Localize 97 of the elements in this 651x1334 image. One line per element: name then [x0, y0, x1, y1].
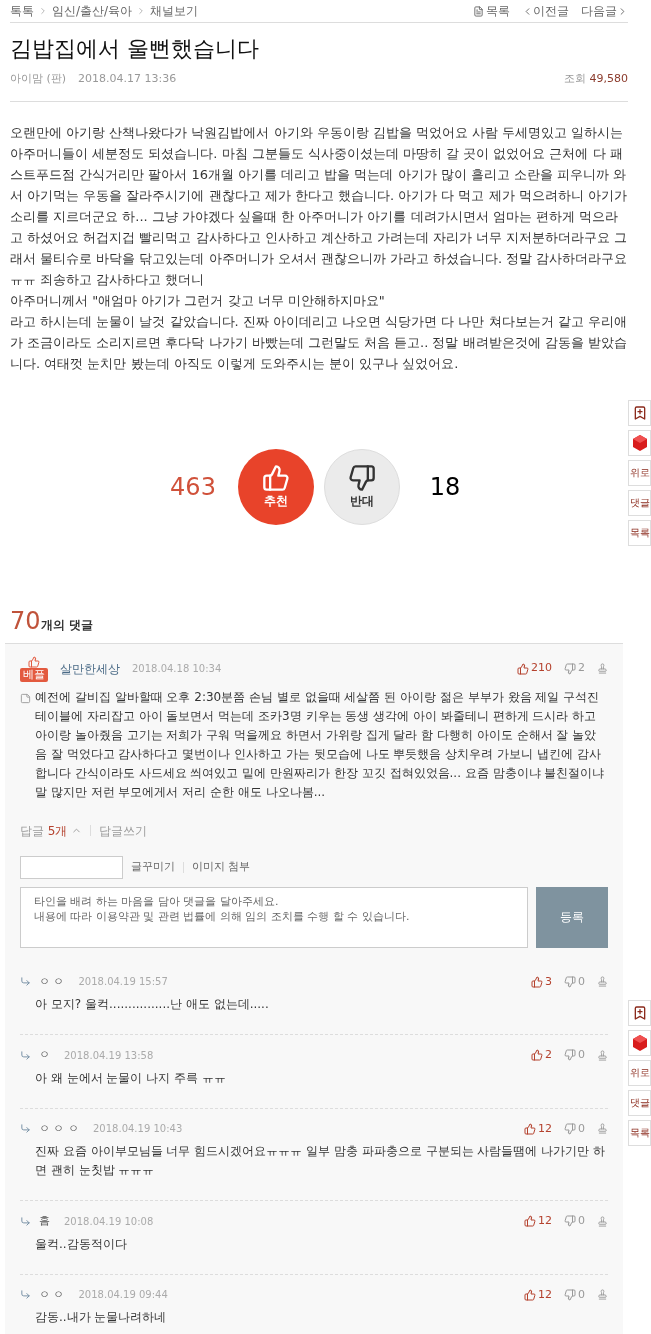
comment-text: 예전에 갈비집 알바할때 오후 2:30분쯤 손님 별로 없을때 세살쯤 된 아이랑 젊은 부부가 왔음 제일 구석진 테이블에 자리잡고 아이 돌보면서 먹는데 조카3명 키우는 동생 생각에 아이 봐줄테니 편하게 드시라 하고 아이랑 놀아줬음 고기는 저희가 구워 먹을께요 하면서 가위랑 집게 달라 함 다행히 아이도 순해서 잘 놀았음 잘 먹었다고 감사하다고 몇번이나 인사하고 가는 뒷모습에 나도 뿌듯했음 상치우려 가보니 냅킨에 감사합니다 간식이라도 사드세요 씌여있고 밑에 만원짜리가 한장 꼬깃 접혀있었음... 요즘 맘충이냐 불친절이냐 말 많지만 저런 부모에게서 저리 순한 애도 나오나봄... [35, 688, 606, 801]
bookmark-button[interactable] [628, 400, 651, 426]
chevron-right-icon [38, 6, 48, 16]
views-count: 49,580 [589, 71, 628, 87]
author-name: 아이맘 (판) [10, 71, 67, 87]
gem-icon [630, 434, 649, 452]
reply-arrow-icon [20, 1215, 31, 1227]
oppose-count: 18 [428, 471, 462, 503]
like-count: 12 [538, 1213, 552, 1229]
recommend-button[interactable]: 추천 [238, 448, 314, 525]
reply-date: 2018.04.19 10:43 [93, 1122, 183, 1137]
stamp-icon[interactable] [597, 1049, 608, 1061]
thumbs-down-icon [348, 463, 376, 492]
reply-arrow-icon [20, 1123, 31, 1135]
like-count: 210 [531, 660, 552, 677]
body-paragraph: 오랜만에 아기랑 산책나왔다가 낙원김밥에서 아기와 우동이랑 김밥을 먹었어요 사람 두세명있고 일하시는 아주머니들이 세분정도 되셨습니다. 마침 그분들도 식사중이셨는데 마땅히 갈 곳이 없었어요 근처에 다 패스트푸드점 간식거리만 팔아서 16개월 아기를 데리고 밥을 먹는데 아기가 많이 흘리고 소란을 피우니까 와서 아기먹는 우동을 잘라주시기에 괜찮다고 제가 한다고 했습니다. 아기가 다 먹고 제가 먹으려하니 아기가 소리를 지르더군요 하... 그냥 가야겠다 싶을때 한 아주머니가 아기를 데려가시면서 엄마는 편하게 먹으라고 하셨어요 허겁지겁 빨리먹고 감사하다고 인사하고 계산하고 가려는데 자리가 너무 지저분하더라구요 그래서 물티슈로 바닥을 닦고있는데 아주머니가 오셔서 괜찮으니까 가라고 하셨습니다. 정말 감사하더라구요ㅠㅠ 죄송하고 감사하다고 했더니 [10, 123, 628, 289]
side-nav-button[interactable]: 댓글 [628, 1090, 651, 1116]
dislike-count: 0 [578, 973, 585, 990]
dislike-count: 0 [578, 1286, 585, 1303]
side-nav-button[interactable]: 위로 [628, 1060, 651, 1086]
post-title: 김밥집에서 울뻔했습니다 [10, 35, 260, 63]
stamp-icon[interactable] [597, 1123, 608, 1135]
gem-icon [630, 1034, 649, 1052]
body-paragraph: 아주머니께서 "애엄마 아기가 그런거 갖고 너무 미안해하지마요" [10, 291, 386, 310]
recommend-count: 463 [169, 471, 217, 503]
list-link[interactable]: 목록 [473, 2, 510, 20]
reply-author[interactable]: ㅇ [39, 1047, 50, 1064]
memo-icon [20, 692, 31, 704]
views-label: 조회 [563, 71, 586, 87]
name-field[interactable] [20, 855, 123, 879]
editor-tool-link[interactable]: 이미지 첨부 [192, 858, 251, 876]
reply-arrow-icon [20, 1049, 31, 1061]
comment-input[interactable]: 타인을 배려 하는 마음을 담아 댓글을 달아주세요. 내용에 따라 이용약관 및 관련 법률에 의해 임의 조치를 수행 할 수 있습니다. [20, 886, 528, 948]
reply-author[interactable]: ㅇ ㅇ [39, 1286, 65, 1303]
previous-link[interactable]: 이전글 [522, 2, 569, 20]
thumbs-up-icon[interactable] [531, 975, 543, 988]
stamp-icon[interactable] [597, 1289, 608, 1301]
gem-button[interactable] [628, 1030, 651, 1056]
stamp-icon[interactable] [597, 1215, 608, 1227]
thumbs-up-icon[interactable] [524, 1215, 536, 1228]
side-nav-button[interactable]: 위로 [628, 460, 651, 486]
reply-author[interactable]: 흠 [39, 1213, 50, 1230]
best-badge: 베플 [20, 667, 48, 682]
thumbs-down-icon[interactable] [564, 975, 576, 988]
thumbs-down-icon[interactable] [564, 1288, 576, 1301]
oppose-button[interactable]: 반대 [324, 448, 400, 525]
like-count: 3 [545, 973, 552, 990]
dislike-count: 0 [578, 1120, 585, 1137]
reply-author[interactable]: ㅇ ㅇ ㅇ [39, 1120, 79, 1137]
reply-arrow-icon [20, 976, 31, 988]
comment-date: 2018.04.18 10:34 [132, 662, 222, 676]
thumbs-down-icon[interactable] [564, 1049, 576, 1062]
gem-button[interactable] [628, 430, 651, 456]
comment-author[interactable]: 살만한세상 [60, 659, 120, 678]
side-nav-button[interactable]: 목록 [628, 1120, 651, 1146]
reply-date: 2018.04.19 10:08 [64, 1214, 154, 1229]
dislike-count: 0 [578, 1047, 585, 1063]
post-date: 2018.04.17 13:36 [78, 71, 177, 87]
dislike-count: 2 [578, 660, 585, 677]
like-count: 2 [545, 1047, 552, 1063]
reply-text: 아 왜 눈에서 눈물이 나지 주륵 ㅠㅠ [35, 1069, 227, 1087]
reply-author[interactable]: ㅇ ㅇ [39, 973, 65, 990]
thumbs-up-icon [28, 655, 40, 668]
bookmark-button[interactable] [628, 1000, 651, 1026]
reply-date: 2018.04.19 09:44 [78, 1288, 168, 1303]
reply-date: 2018.04.19 13:58 [64, 1048, 154, 1063]
thumbs-up-icon [262, 463, 290, 492]
dislike-count: 0 [578, 1213, 585, 1229]
thumbs-up-icon[interactable] [524, 1122, 536, 1135]
side-nav-button[interactable]: 목록 [628, 520, 651, 546]
reply-text: 감동..내가 눈물나려하네 [35, 1309, 168, 1326]
document-icon [473, 5, 484, 17]
thumbs-up-icon[interactable] [517, 662, 529, 675]
breadcrumb-link[interactable]: 톡톡 [10, 2, 34, 20]
breadcrumb-link[interactable]: 임신/출산/육아 [52, 2, 133, 20]
thumbs-down-icon[interactable] [564, 1122, 576, 1135]
thumbs-up-icon[interactable] [524, 1288, 536, 1301]
body-paragraph: 라고 하시는데 눈물이 날것 같았습니다. 진짜 아이데리고 나오면 식당가면 다 나만 쳐다보는거 같고 우리애가 조금이라도 소리지르면 후다닥 나가기 바빴는데 그런말도 처음 듣고.. 정말 배려받은것에 감동을 받았습니다. 여태껏 눈치만 봤는데 아직도 이렇게 도와주시는 분이 있구나 싶었어요. [10, 312, 628, 373]
comment-count-label: 개의 댓글 [40, 617, 93, 634]
side-nav-button[interactable]: 댓글 [628, 490, 651, 516]
thumbs-up-icon[interactable] [531, 1049, 543, 1062]
reply-date: 2018.04.19 15:57 [78, 975, 168, 990]
thumbs-down-icon[interactable] [564, 662, 576, 675]
editor-tool-link[interactable]: 글꾸미기 [131, 858, 175, 876]
reply-toggle[interactable]: 답글 5개 [20, 821, 83, 840]
like-count: 12 [538, 1120, 552, 1137]
comment-count: 70 [10, 605, 41, 637]
reply-text: 아 모지? 울컥................난 애도 없는데..... [35, 996, 270, 1013]
stamp-icon[interactable] [597, 976, 608, 988]
thumbs-down-icon[interactable] [564, 1215, 576, 1228]
reply-text: 울컥..감동적이다 [35, 1235, 128, 1253]
reply-arrow-icon [20, 1289, 31, 1301]
like-count: 12 [538, 1286, 552, 1303]
reply-text: 진짜 요즘 아이부모님들 너무 힘드시겠어요ㅠㅠㅠ 일부 맘충 파파충으로 구분되는 사람들땜에 나가기만 하면 괜히 눈칫밥 ㅠㅠㅠ [35, 1143, 606, 1179]
stamp-icon[interactable] [597, 663, 608, 674]
next-link[interactable]: 다음글 [581, 2, 628, 20]
breadcrumb-link[interactable]: 채널보기 [150, 2, 199, 20]
